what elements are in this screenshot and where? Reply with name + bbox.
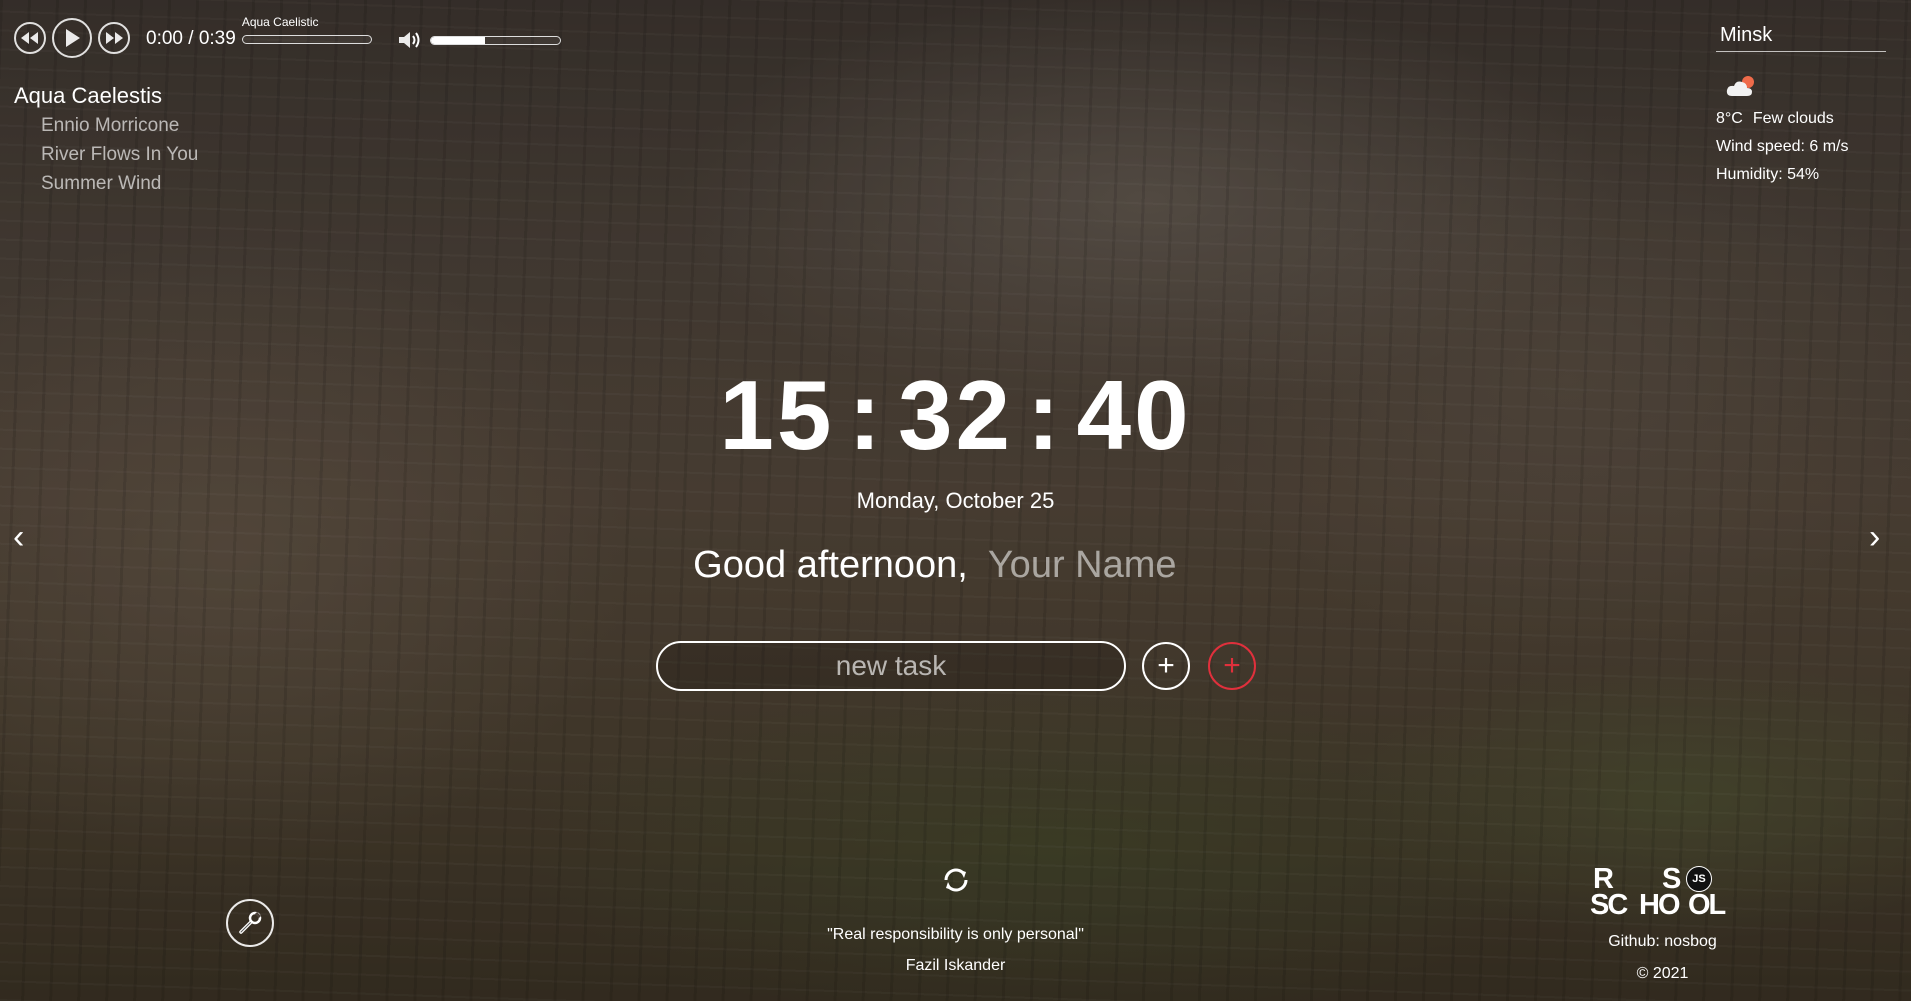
playlist-item[interactable]: River Flows In You <box>41 144 198 166</box>
date: Monday, October 25 <box>856 488 1055 513</box>
name-input[interactable] <box>987 544 1218 587</box>
playlist-item[interactable]: Summer Wind <box>41 173 198 195</box>
speaker-icon[interactable] <box>398 30 422 50</box>
playlist-item-active[interactable]: Aqua Caelestis <box>14 83 198 109</box>
refresh-quote-icon[interactable] <box>938 862 974 898</box>
city-input[interactable] <box>1716 20 1886 52</box>
volume-slider[interactable] <box>429 35 561 45</box>
time-separator: / <box>182 28 199 49</box>
clock-hours: 15 <box>719 360 835 470</box>
audio-player: 0:00 / 0:39 Aqua Caelistic <box>14 15 561 58</box>
now-playing-title: Aqua Caelistic <box>241 15 319 29</box>
playlist-item[interactable]: Ennio Morricone <box>41 115 198 137</box>
progress-bar[interactable] <box>241 35 372 44</box>
playlist: Aqua Caelestis Ennio Morricone River Flo… <box>14 83 198 202</box>
rs-school-logo[interactable]: R S JS SC HO OL <box>1590 865 1736 921</box>
weather-widget: 8°C Few clouds Wind speed: 6 m/s Humidity… <box>1716 20 1886 184</box>
current-time: 0:00 <box>146 28 183 49</box>
weather-summary: 8°C Few clouds <box>1716 110 1886 128</box>
clock: 15:32:40 <box>0 365 1911 465</box>
clock-separator: : <box>1027 360 1063 470</box>
task-list-button[interactable]: + <box>1208 642 1256 690</box>
progress-area: Aqua Caelistic <box>241 15 374 55</box>
logo-letter: SC <box>1590 889 1628 921</box>
cloud-sun-icon <box>1724 74 1886 100</box>
new-task-input[interactable] <box>656 641 1126 691</box>
weather-description: Few clouds <box>1752 110 1834 127</box>
wind-speed: Wind speed: 6 m/s <box>1716 138 1849 155</box>
logo-letter: OL <box>1688 889 1726 921</box>
greeting: Good afternoon, <box>0 544 1911 587</box>
todo: + + <box>656 641 1256 691</box>
next-track-button[interactable] <box>98 22 130 54</box>
greeting-text: Good afternoon, <box>693 544 968 586</box>
track-time: 0:00 / 0:39 <box>146 28 236 50</box>
github-link[interactable]: Github: nosbog <box>1600 933 1725 951</box>
clock-minutes: 32 <box>897 360 1013 470</box>
humidity: Humidity: 54% <box>1716 166 1820 183</box>
clock-separator: : <box>848 360 884 470</box>
rewind-icon <box>21 32 38 44</box>
copyright: © 2021 <box>1636 965 1689 982</box>
volume-fill <box>430 36 485 44</box>
logo-letter: HO <box>1639 889 1680 921</box>
fast-forward-icon <box>106 32 123 44</box>
prev-track-button[interactable] <box>14 22 46 54</box>
play-icon <box>66 29 80 47</box>
clock-seconds: 40 <box>1076 360 1192 470</box>
add-task-button[interactable]: + <box>1142 642 1190 690</box>
track-duration: 0:39 <box>198 28 236 49</box>
play-button[interactable] <box>52 18 92 58</box>
temperature: 8°C <box>1716 110 1743 127</box>
